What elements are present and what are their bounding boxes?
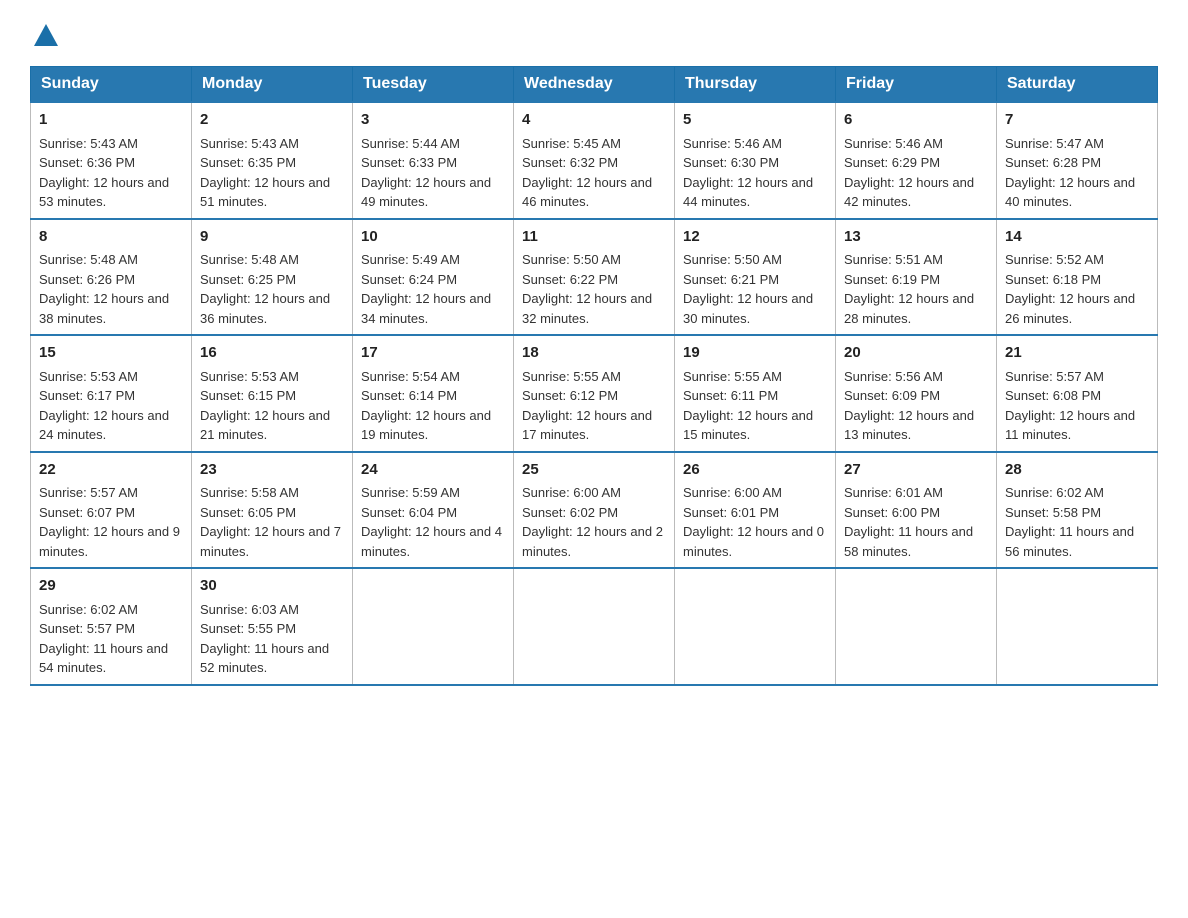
calendar-week-row-2: 8 Sunrise: 5:48 AM Sunset: 6:26 PM Dayli… [31, 219, 1158, 336]
calendar-cell: 11 Sunrise: 5:50 AM Sunset: 6:22 PM Dayl… [514, 219, 675, 336]
calendar-cell: 6 Sunrise: 5:46 AM Sunset: 6:29 PM Dayli… [836, 102, 997, 219]
calendar-header-thursday: Thursday [675, 67, 836, 103]
calendar-cell: 17 Sunrise: 5:54 AM Sunset: 6:14 PM Dayl… [353, 335, 514, 452]
calendar-cell: 8 Sunrise: 5:48 AM Sunset: 6:26 PM Dayli… [31, 219, 192, 336]
day-number: 21 [1005, 342, 1149, 365]
day-number: 9 [200, 226, 344, 249]
calendar-cell: 1 Sunrise: 5:43 AM Sunset: 6:36 PM Dayli… [31, 102, 192, 219]
calendar-cell: 3 Sunrise: 5:44 AM Sunset: 6:33 PM Dayli… [353, 102, 514, 219]
day-number: 10 [361, 226, 505, 249]
calendar-header-tuesday: Tuesday [353, 67, 514, 103]
day-number: 5 [683, 109, 827, 132]
calendar-cell [997, 568, 1158, 685]
calendar-cell: 12 Sunrise: 5:50 AM Sunset: 6:21 PM Dayl… [675, 219, 836, 336]
calendar-cell: 28 Sunrise: 6:02 AM Sunset: 5:58 PM Dayl… [997, 452, 1158, 569]
day-number: 27 [844, 459, 988, 482]
page-header [30, 20, 1158, 46]
calendar-header-wednesday: Wednesday [514, 67, 675, 103]
calendar-cell: 22 Sunrise: 5:57 AM Sunset: 6:07 PM Dayl… [31, 452, 192, 569]
calendar-header-monday: Monday [192, 67, 353, 103]
day-number: 18 [522, 342, 666, 365]
calendar-cell: 9 Sunrise: 5:48 AM Sunset: 6:25 PM Dayli… [192, 219, 353, 336]
day-number: 28 [1005, 459, 1149, 482]
calendar-cell: 30 Sunrise: 6:03 AM Sunset: 5:55 PM Dayl… [192, 568, 353, 685]
calendar-week-row-1: 1 Sunrise: 5:43 AM Sunset: 6:36 PM Dayli… [31, 102, 1158, 219]
calendar-week-row-4: 22 Sunrise: 5:57 AM Sunset: 6:07 PM Dayl… [31, 452, 1158, 569]
calendar-week-row-3: 15 Sunrise: 5:53 AM Sunset: 6:17 PM Dayl… [31, 335, 1158, 452]
calendar-header-friday: Friday [836, 67, 997, 103]
day-number: 23 [200, 459, 344, 482]
calendar-cell: 27 Sunrise: 6:01 AM Sunset: 6:00 PM Dayl… [836, 452, 997, 569]
day-number: 20 [844, 342, 988, 365]
day-number: 3 [361, 109, 505, 132]
day-number: 11 [522, 226, 666, 249]
calendar-cell: 26 Sunrise: 6:00 AM Sunset: 6:01 PM Dayl… [675, 452, 836, 569]
calendar-cell: 10 Sunrise: 5:49 AM Sunset: 6:24 PM Dayl… [353, 219, 514, 336]
calendar-cell: 18 Sunrise: 5:55 AM Sunset: 6:12 PM Dayl… [514, 335, 675, 452]
day-number: 25 [522, 459, 666, 482]
calendar-cell: 4 Sunrise: 5:45 AM Sunset: 6:32 PM Dayli… [514, 102, 675, 219]
calendar-header-sunday: Sunday [31, 67, 192, 103]
calendar-cell: 7 Sunrise: 5:47 AM Sunset: 6:28 PM Dayli… [997, 102, 1158, 219]
calendar-cell: 2 Sunrise: 5:43 AM Sunset: 6:35 PM Dayli… [192, 102, 353, 219]
day-number: 4 [522, 109, 666, 132]
day-number: 19 [683, 342, 827, 365]
day-number: 6 [844, 109, 988, 132]
calendar-cell [836, 568, 997, 685]
calendar-cell: 19 Sunrise: 5:55 AM Sunset: 6:11 PM Dayl… [675, 335, 836, 452]
calendar-table: SundayMondayTuesdayWednesdayThursdayFrid… [30, 66, 1158, 686]
calendar-cell [675, 568, 836, 685]
day-number: 1 [39, 109, 183, 132]
calendar-cell: 21 Sunrise: 5:57 AM Sunset: 6:08 PM Dayl… [997, 335, 1158, 452]
calendar-cell: 23 Sunrise: 5:58 AM Sunset: 6:05 PM Dayl… [192, 452, 353, 569]
calendar-cell: 13 Sunrise: 5:51 AM Sunset: 6:19 PM Dayl… [836, 219, 997, 336]
day-number: 22 [39, 459, 183, 482]
calendar-header-row: SundayMondayTuesdayWednesdayThursdayFrid… [31, 67, 1158, 103]
logo-triangle-icon [34, 24, 58, 46]
day-number: 29 [39, 575, 183, 598]
day-number: 26 [683, 459, 827, 482]
calendar-cell: 20 Sunrise: 5:56 AM Sunset: 6:09 PM Dayl… [836, 335, 997, 452]
day-number: 16 [200, 342, 344, 365]
day-number: 17 [361, 342, 505, 365]
day-number: 8 [39, 226, 183, 249]
calendar-cell: 14 Sunrise: 5:52 AM Sunset: 6:18 PM Dayl… [997, 219, 1158, 336]
calendar-cell [353, 568, 514, 685]
day-number: 12 [683, 226, 827, 249]
day-number: 7 [1005, 109, 1149, 132]
calendar-cell: 5 Sunrise: 5:46 AM Sunset: 6:30 PM Dayli… [675, 102, 836, 219]
day-number: 30 [200, 575, 344, 598]
calendar-header-saturday: Saturday [997, 67, 1158, 103]
logo [30, 20, 58, 46]
calendar-cell [514, 568, 675, 685]
calendar-cell: 15 Sunrise: 5:53 AM Sunset: 6:17 PM Dayl… [31, 335, 192, 452]
calendar-week-row-5: 29 Sunrise: 6:02 AM Sunset: 5:57 PM Dayl… [31, 568, 1158, 685]
day-number: 14 [1005, 226, 1149, 249]
day-number: 2 [200, 109, 344, 132]
calendar-cell: 16 Sunrise: 5:53 AM Sunset: 6:15 PM Dayl… [192, 335, 353, 452]
day-number: 15 [39, 342, 183, 365]
day-number: 13 [844, 226, 988, 249]
day-number: 24 [361, 459, 505, 482]
calendar-cell: 24 Sunrise: 5:59 AM Sunset: 6:04 PM Dayl… [353, 452, 514, 569]
calendar-cell: 25 Sunrise: 6:00 AM Sunset: 6:02 PM Dayl… [514, 452, 675, 569]
calendar-cell: 29 Sunrise: 6:02 AM Sunset: 5:57 PM Dayl… [31, 568, 192, 685]
